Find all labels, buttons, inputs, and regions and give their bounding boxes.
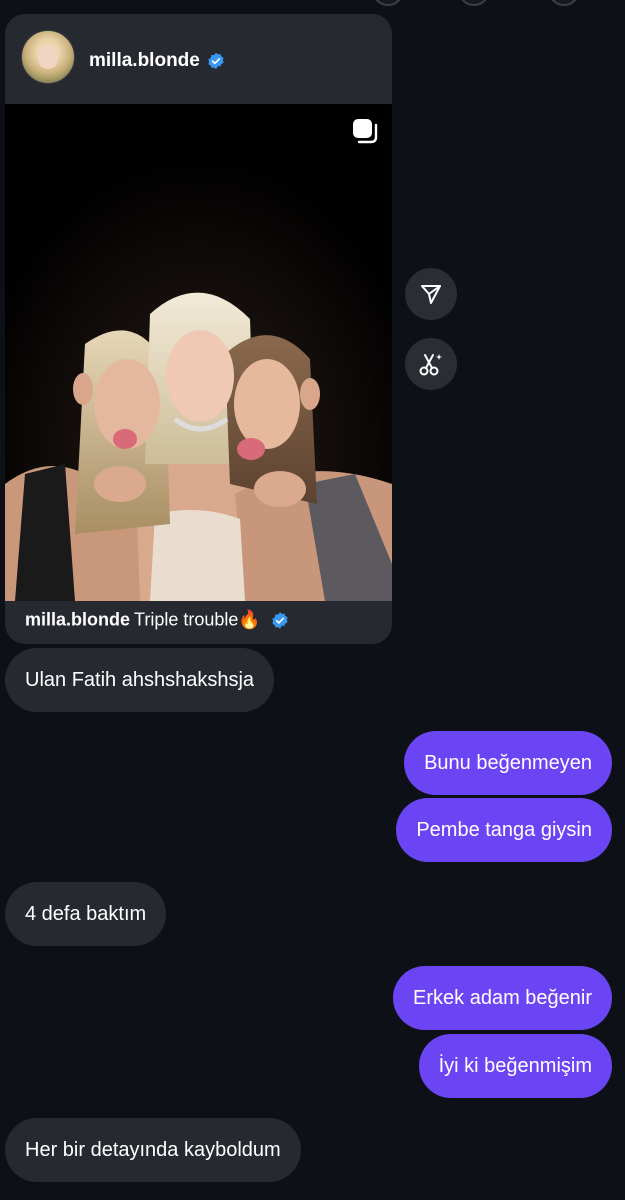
multiple-media-icon	[353, 119, 378, 144]
message-text: 4 defa baktım	[25, 902, 147, 925]
message-sent[interactable]: İyi ki beğenmişim	[418, 1034, 612, 1098]
remix-button[interactable]	[405, 338, 457, 390]
message-text: Bunu beğenmeyen	[424, 751, 592, 774]
verified-badge-icon	[208, 52, 224, 70]
caption-text: Triple trouble	[134, 609, 239, 630]
caption-username[interactable]: milla.blonde	[25, 610, 130, 631]
verified-badge-icon	[272, 611, 288, 629]
avatar[interactable]	[21, 30, 75, 84]
top-avatar[interactable]	[458, 0, 490, 6]
shared-post-card[interactable]: milla.blonde milla.blonde Triple trouble…	[5, 14, 392, 644]
top-avatars-strip	[0, 0, 625, 6]
post-caption: milla.blonde Triple trouble 🔥	[25, 610, 289, 631]
post-image[interactable]	[5, 104, 392, 601]
message-sent[interactable]: Erkek adam beğenir	[393, 966, 612, 1030]
top-avatar[interactable]	[372, 0, 404, 6]
share-button[interactable]	[405, 268, 457, 320]
message-text: Erkek adam beğenir	[413, 986, 592, 1009]
message-text: Ulan Fatih ahshshakshsja	[25, 668, 255, 691]
scissors-sparkle-icon	[419, 354, 442, 376]
top-avatar[interactable]	[548, 0, 580, 6]
message-text: Her bir detayında kayboldum	[25, 1138, 281, 1161]
message-received[interactable]: Her bir detayında kayboldum	[5, 1118, 301, 1182]
post-photo	[5, 104, 392, 601]
post-username-text: milla.blonde	[89, 50, 200, 71]
message-sent[interactable]: Bunu beğenmeyen	[404, 731, 612, 795]
post-header[interactable]: milla.blonde	[5, 14, 392, 104]
message-sent[interactable]: Pembe tanga giysin	[396, 798, 612, 862]
fire-emoji: 🔥	[238, 609, 261, 630]
post-username[interactable]: milla.blonde	[89, 50, 225, 72]
message-received[interactable]: Ulan Fatih ahshshakshsja	[5, 648, 275, 712]
message-received[interactable]: 4 defa baktım	[5, 882, 167, 946]
send-paper-plane-icon	[421, 285, 441, 304]
message-text: İyi ki beğenmişim	[438, 1054, 592, 1077]
message-text: Pembe tanga giysin	[416, 818, 592, 841]
